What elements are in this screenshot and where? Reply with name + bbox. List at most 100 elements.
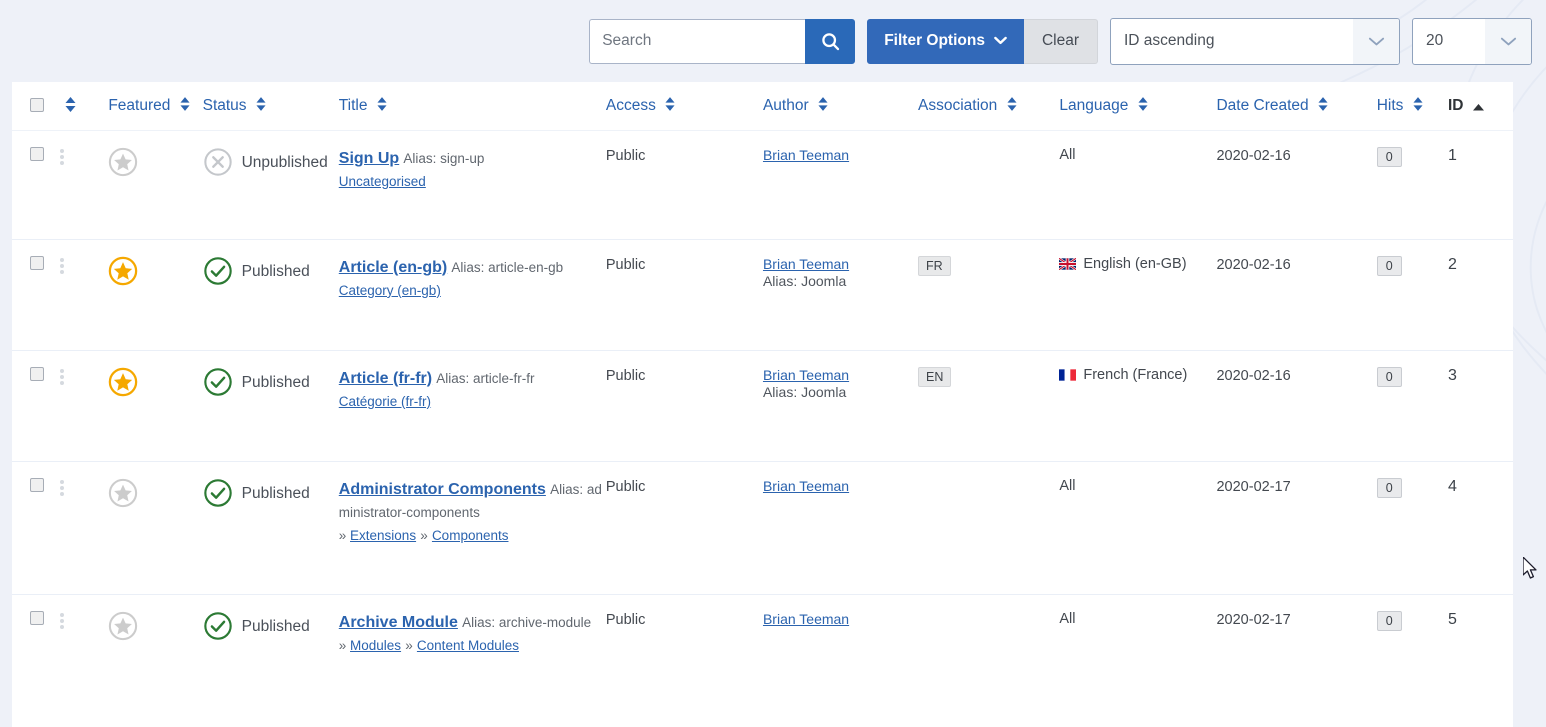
filter-options-label: Filter Options [884, 32, 985, 49]
row-order-handle-cell[interactable] [60, 238, 109, 350]
status-toggle-button[interactable] [203, 367, 233, 400]
row-status-cell[interactable]: Published [202, 460, 339, 594]
column-header-ordering[interactable] [60, 82, 108, 130]
circle-check-icon [203, 611, 233, 644]
column-header-title[interactable]: Title [339, 82, 606, 130]
author-link[interactable]: Brian Teeman [763, 611, 849, 627]
row-checkbox[interactable] [30, 610, 44, 625]
column-header-status[interactable]: Status [203, 82, 339, 130]
association-badge[interactable]: FR [917, 255, 951, 276]
row-status-cell[interactable]: Unpublished [202, 129, 339, 239]
path-link[interactable]: Modules [350, 638, 401, 653]
author-link[interactable]: Brian Teeman [763, 478, 849, 494]
column-header-association[interactable]: Association [918, 82, 1059, 130]
status-toggle-button[interactable] [203, 478, 233, 511]
row-status-cell[interactable]: Published [202, 349, 339, 461]
article-title-link[interactable]: Article (fr-fr) [339, 370, 432, 387]
row-featured-cell[interactable] [108, 593, 203, 727]
row-featured-cell[interactable] [108, 238, 203, 350]
drag-handle-icon[interactable] [60, 147, 65, 167]
column-header-date-created[interactable]: Date Created [1216, 82, 1376, 130]
row-author-cell: Brian Teeman [762, 129, 918, 239]
row-order-handle-cell[interactable] [60, 460, 109, 594]
chevron-down-icon[interactable] [1485, 18, 1531, 64]
author-link[interactable]: Brian Teeman [763, 367, 849, 383]
row-id-cell: 4 [1447, 460, 1513, 594]
path-link[interactable]: Extensions [350, 528, 416, 543]
search-input[interactable] [589, 18, 806, 64]
featured-toggle-button[interactable] [108, 611, 138, 644]
row-association-cell: FR [917, 238, 1060, 350]
select-all-checkbox[interactable] [30, 98, 44, 113]
featured-toggle-button[interactable] [108, 256, 138, 289]
drag-handle-icon[interactable] [60, 367, 65, 387]
row-access-cell: Public [605, 593, 763, 727]
row-checkbox[interactable] [30, 366, 44, 381]
author-alias: Alias: Joomla [762, 272, 847, 289]
table-row: Published Administrator Components Alias… [12, 460, 1513, 594]
row-status-cell[interactable]: Published [202, 238, 339, 350]
article-category-link[interactable]: Catégorie (fr-fr) [339, 394, 431, 409]
article-title-link[interactable]: Sign Up [339, 150, 399, 167]
row-date-cell: 2020-02-16 [1216, 349, 1377, 461]
column-header-hits[interactable]: Hits [1377, 82, 1448, 130]
row-order-handle-cell[interactable] [60, 593, 109, 727]
row-checkbox-cell[interactable] [12, 460, 61, 594]
column-header-access[interactable]: Access [606, 82, 763, 130]
article-category-link[interactable]: Uncategorised [339, 174, 426, 189]
article-category-link[interactable]: Category (en-gb) [339, 283, 441, 298]
row-checkbox[interactable] [30, 255, 44, 270]
sort-order-select[interactable]: ID ascending [1110, 17, 1400, 65]
row-access-cell: Public [605, 129, 763, 239]
drag-handle-icon[interactable] [60, 256, 65, 276]
path-separator: » [420, 527, 428, 543]
column-header-author[interactable]: Author [763, 82, 918, 130]
access-value: Public [605, 147, 646, 164]
row-checkbox[interactable] [30, 146, 44, 161]
column-header-checkbox[interactable] [12, 82, 60, 130]
filter-options-button[interactable]: Filter Options [867, 18, 1024, 64]
clear-button[interactable]: Clear [1023, 18, 1098, 64]
column-header-language[interactable]: Language [1059, 82, 1216, 130]
article-title-link[interactable]: Article (en-gb) [339, 259, 447, 276]
featured-toggle-button[interactable] [108, 147, 138, 180]
row-status-cell[interactable]: Published [202, 593, 339, 727]
drag-handle-icon[interactable] [60, 478, 65, 498]
row-checkbox[interactable] [30, 477, 44, 492]
column-header-featured[interactable]: Featured [108, 82, 202, 130]
row-date-cell: 2020-02-17 [1216, 593, 1377, 727]
row-featured-cell[interactable] [108, 129, 203, 239]
status-toggle-button[interactable] [203, 256, 233, 289]
featured-toggle-button[interactable] [108, 478, 138, 511]
row-checkbox-cell[interactable] [12, 129, 61, 239]
status-toggle-button[interactable] [203, 611, 233, 644]
path-link[interactable]: Components [432, 528, 509, 543]
chevron-down-icon[interactable] [1353, 18, 1399, 64]
row-featured-cell[interactable] [108, 349, 203, 461]
path-link[interactable]: Content Modules [417, 638, 519, 653]
articles-table: Featured Status Title Access Author Asso… [12, 82, 1513, 727]
row-date-cell: 2020-02-17 [1216, 460, 1377, 594]
column-header-association-label: Association [917, 97, 998, 115]
row-author-cell: Brian Teeman Alias: Joomla [762, 349, 918, 461]
row-order-handle-cell[interactable] [60, 349, 109, 461]
row-checkbox-cell[interactable] [12, 593, 61, 727]
row-checkbox-cell[interactable] [12, 349, 61, 461]
drag-handle-icon[interactable] [60, 611, 65, 631]
column-header-id[interactable]: ID [1448, 82, 1513, 130]
article-title-link[interactable]: Administrator Components [339, 481, 546, 498]
search-button[interactable] [805, 18, 856, 64]
status-label: Published [241, 374, 310, 391]
author-link[interactable]: Brian Teeman [763, 256, 849, 272]
column-header-id-label: ID [1447, 96, 1464, 114]
status-toggle-button[interactable] [203, 147, 233, 180]
row-order-handle-cell[interactable] [60, 129, 109, 239]
date-created-value: 2020-02-16 [1216, 256, 1291, 273]
author-link[interactable]: Brian Teeman [763, 147, 849, 163]
article-title-link[interactable]: Archive Module [339, 614, 458, 631]
list-limit-select[interactable]: 20 [1412, 17, 1532, 65]
row-checkbox-cell[interactable] [12, 238, 61, 350]
row-featured-cell[interactable] [108, 460, 203, 594]
association-badge[interactable]: EN [917, 366, 952, 387]
featured-toggle-button[interactable] [108, 367, 138, 400]
